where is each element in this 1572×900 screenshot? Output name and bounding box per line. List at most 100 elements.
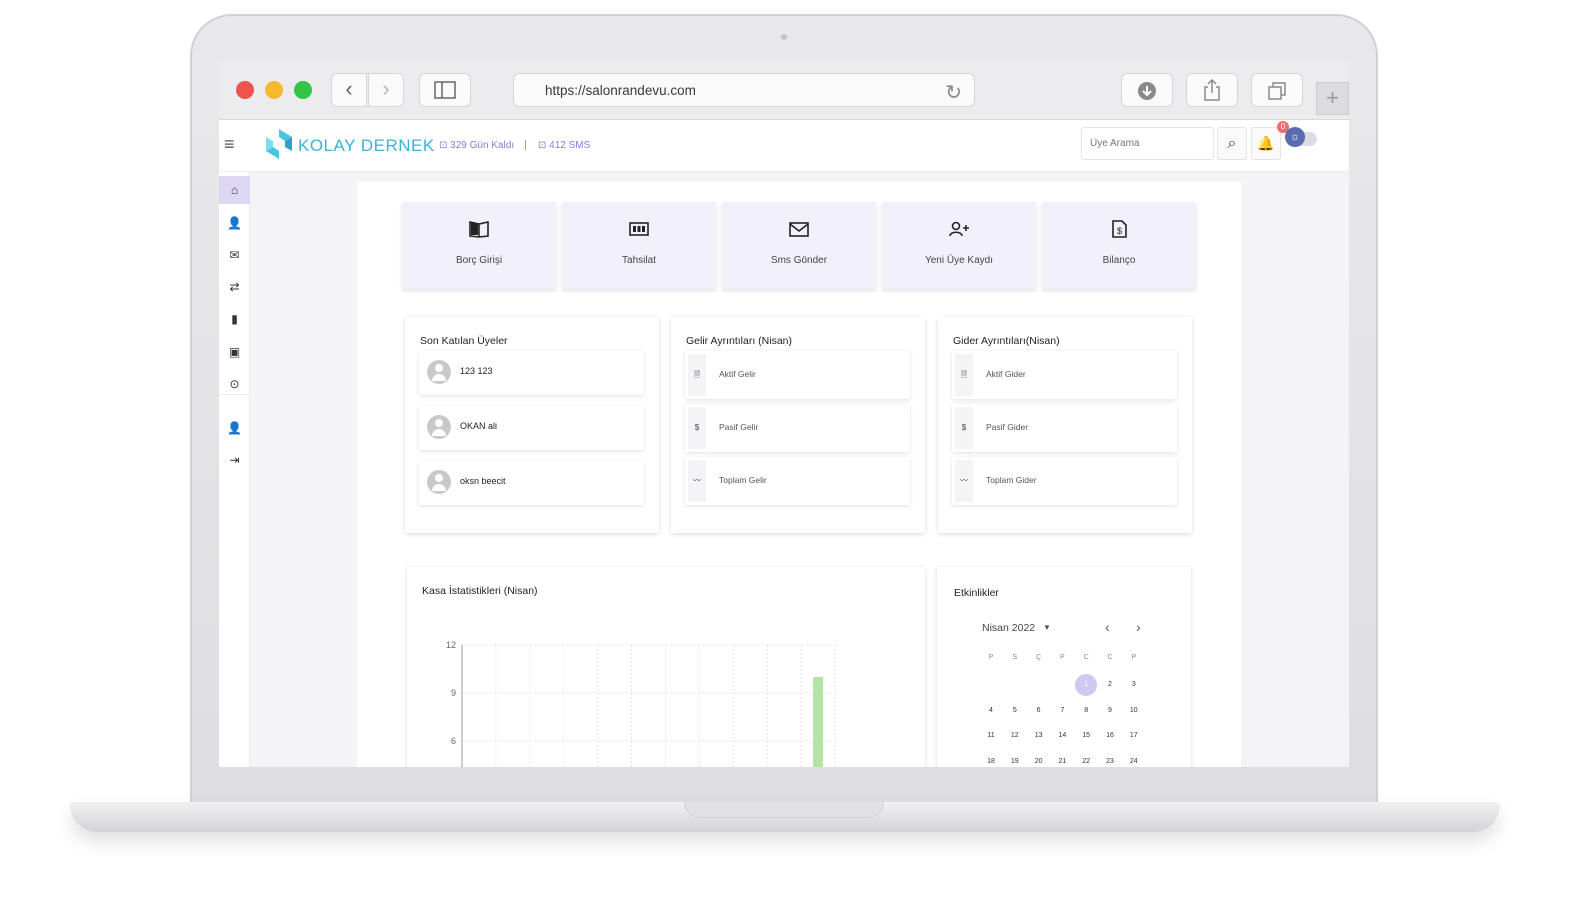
calendar-day[interactable]: 9 xyxy=(1099,700,1121,722)
calendar-prev-button[interactable]: ‹ xyxy=(1105,619,1110,635)
avatar xyxy=(427,415,451,439)
user-icon: 👤 xyxy=(227,216,242,230)
chart-bar[interactable] xyxy=(813,677,824,767)
calendar-day[interactable]: 2 xyxy=(1099,674,1121,696)
list-item[interactable]: $ Pasif Gelir xyxy=(685,404,910,452)
browser-back-button[interactable]: ‹ xyxy=(331,73,367,107)
calendar-next-button[interactable]: › xyxy=(1136,619,1141,635)
browser-sidebar-toggle[interactable] xyxy=(419,73,471,107)
url-bar[interactable]: https://salonrandevu.com ↻ xyxy=(513,73,975,107)
more-horizontal-icon: ⊙ xyxy=(229,377,240,391)
panel-title: Etkinlikler xyxy=(954,587,999,599)
quick-action-new-member[interactable]: Yeni Üye Kaydı xyxy=(882,202,1036,289)
list-item[interactable]: 〰 Toplam Gider xyxy=(952,457,1177,505)
trend-icon: 〰 xyxy=(955,460,973,502)
bar-chart-icon: ▮ xyxy=(231,312,238,326)
book-icon xyxy=(469,221,489,238)
sun-icon[interactable]: ☼ xyxy=(1285,127,1305,147)
calendar-day[interactable]: 4 xyxy=(980,700,1002,722)
document-icon: 🗎 xyxy=(955,354,973,396)
calendar-day[interactable]: 13 xyxy=(1028,725,1050,747)
list-item[interactable]: 123 123 xyxy=(419,351,644,395)
quick-action-debt-entry[interactable]: Borç Girişi xyxy=(402,202,556,289)
calendar-day[interactable]: 5 xyxy=(1004,700,1026,722)
calendar-day[interactable]: 15 xyxy=(1075,725,1097,747)
hamburger-menu-icon[interactable]: ≡ xyxy=(224,134,235,155)
calendar-day[interactable]: 20 xyxy=(1028,751,1050,768)
calendar-day[interactable]: 21 xyxy=(1051,751,1073,768)
calendar-day[interactable]: 24 xyxy=(1123,751,1145,768)
calendar-month-label[interactable]: Nisan 2022 xyxy=(982,622,1035,634)
calendar-day[interactable]: 3 xyxy=(1123,674,1145,696)
quick-action-label: Bilanço xyxy=(1102,255,1136,266)
calendar-day[interactable]: 12 xyxy=(1004,725,1026,747)
sidebar-item-members[interactable]: 👤 xyxy=(219,209,250,237)
url-text: https://salonrandevu.com xyxy=(545,83,696,98)
calendar-day[interactable]: 7 xyxy=(1051,700,1073,722)
y-tick-label: 6 xyxy=(451,736,456,746)
list-item[interactable]: 🗎 Aktif Gelir xyxy=(685,351,910,399)
calendar-day[interactable]: 8 xyxy=(1075,700,1097,722)
y-tick-label: 12 xyxy=(446,640,456,650)
quick-action-balance-sheet[interactable]: $ Bilanço xyxy=(1042,202,1196,289)
sidebar-item-messages[interactable]: ✉ xyxy=(219,241,250,269)
stat-label: Toplam Gelir xyxy=(719,475,767,485)
calendar-day[interactable]: 16 xyxy=(1099,725,1121,747)
calendar-weekday: Ç xyxy=(1036,654,1042,661)
tabs-overview-button[interactable] xyxy=(1251,73,1303,107)
quick-action-label: Sms Gönder xyxy=(770,255,828,266)
list-item[interactable]: OKAN ali xyxy=(419,406,644,450)
dollar-document-icon: $ xyxy=(1112,220,1127,238)
window-close-button[interactable] xyxy=(236,81,254,99)
laptop-screen: ‹ › https://salonrandevu.com ↻ + ≡ KOLAY… xyxy=(219,60,1349,767)
list-item[interactable]: 🗎 Aktif Gider xyxy=(952,351,1177,399)
calendar-weekday: P xyxy=(988,654,994,661)
panel-title: Gider Ayrıntıları(Nisan) xyxy=(953,335,1060,347)
tabs-icon xyxy=(1268,82,1286,100)
calendar-day[interactable]: 23 xyxy=(1099,751,1121,768)
list-item[interactable]: $ Pasif Gider xyxy=(952,404,1177,452)
sms-credit-count: ⊡ 412 SMS xyxy=(538,140,591,151)
calendar-day[interactable]: 19 xyxy=(1004,751,1026,768)
sidebar-item-profile[interactable]: 👤 xyxy=(219,414,250,442)
calendar-day[interactable]: 22 xyxy=(1075,751,1097,768)
sidebar-item-reports[interactable]: ▮ xyxy=(219,305,250,333)
y-tick-label: 9 xyxy=(451,688,456,698)
sidebar-item-inventory[interactable]: ▣ xyxy=(219,338,250,366)
calendar-weekday: C xyxy=(1107,654,1113,661)
list-item[interactable]: 〰 Toplam Gelir xyxy=(685,457,910,505)
calendar-day[interactable]: 14 xyxy=(1051,725,1073,747)
quick-action-label: Yeni Üye Kaydı xyxy=(924,255,993,266)
sidebar-item-transfers[interactable]: ⇄ xyxy=(219,273,250,301)
quick-action-label: Tahsilat xyxy=(622,255,656,266)
browser-forward-button[interactable]: › xyxy=(368,73,404,107)
calendar-day[interactable]: 18 xyxy=(980,751,1002,768)
add-user-icon xyxy=(949,221,969,237)
new-tab-button[interactable]: + xyxy=(1316,82,1349,115)
window-zoom-button[interactable] xyxy=(294,81,312,99)
laptop-camera xyxy=(781,34,787,40)
download-button[interactable] xyxy=(1121,73,1173,107)
notifications-button[interactable]: 🔔 xyxy=(1251,127,1281,160)
reload-icon[interactable]: ↻ xyxy=(945,80,962,105)
briefcase-icon: ▣ xyxy=(228,345,241,359)
calendar-day[interactable]: 10 xyxy=(1123,700,1145,722)
calendar-day[interactable]: 11 xyxy=(980,725,1002,747)
member-search-input[interactable] xyxy=(1081,127,1214,160)
calendar-day[interactable]: 6 xyxy=(1028,700,1050,722)
avatar xyxy=(427,470,451,494)
sidebar-item-home[interactable]: ⌂ xyxy=(219,176,250,204)
quick-action-send-sms[interactable]: Sms Gönder xyxy=(722,202,876,289)
share-button[interactable] xyxy=(1186,73,1238,107)
quick-action-collection[interactable]: Tahsilat xyxy=(562,202,716,289)
cash-statistics-chart: 36912 xyxy=(446,640,836,767)
logout-icon: ⇥ xyxy=(229,453,240,467)
calendar-day[interactable]: 17 xyxy=(1123,725,1145,747)
caret-down-icon[interactable]: ▼ xyxy=(1043,623,1051,632)
calendar-day[interactable]: 1 xyxy=(1075,674,1098,696)
window-minimize-button[interactable] xyxy=(265,81,283,99)
search-button[interactable]: ⌕ xyxy=(1217,127,1247,160)
sidebar-item-logout[interactable]: ⇥ xyxy=(219,446,250,474)
list-item[interactable]: oksn beecit xyxy=(419,461,644,505)
subscription-days-left: ⊡ 329 Gün Kaldı xyxy=(439,140,515,151)
